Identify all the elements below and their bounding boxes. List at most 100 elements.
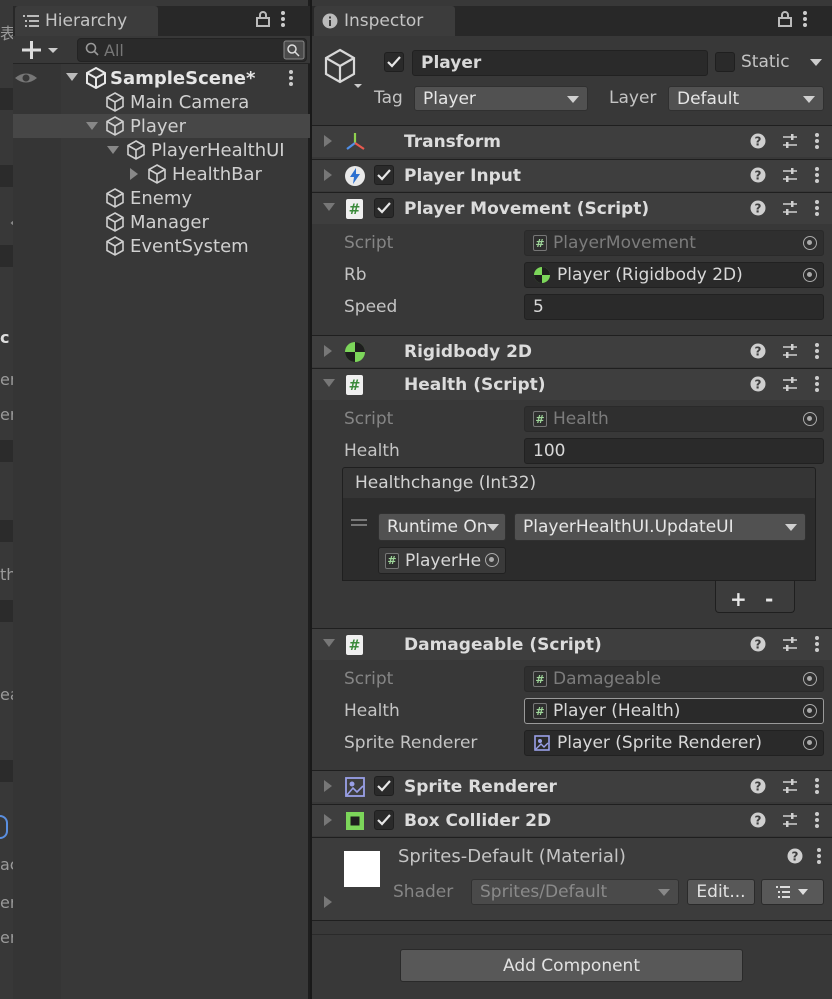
layer-dropdown[interactable]: Default	[668, 86, 824, 111]
component-enabled-checkbox[interactable]	[374, 776, 394, 796]
preset-sliders-icon[interactable]	[782, 167, 798, 183]
edit-shader-button[interactable]: Edit...	[687, 879, 755, 905]
shader-dropdown[interactable]: Sprites/Default	[471, 879, 679, 905]
collapse-arrow-icon[interactable]	[322, 168, 334, 182]
component-enabled-checkbox[interactable]	[374, 165, 394, 185]
component-tools: ?	[750, 342, 820, 360]
object-picker-icon[interactable]	[485, 553, 499, 567]
preset-sliders-icon[interactable]	[782, 812, 798, 828]
collapse-arrow-icon[interactable]	[322, 779, 334, 793]
help-icon[interactable]: ?	[750, 812, 766, 828]
component-transform[interactable]: Transform ?	[312, 125, 832, 157]
collapse-arrow-icon[interactable]	[322, 344, 334, 358]
drag-handle-icon[interactable]	[351, 518, 367, 528]
expand-arrow-icon[interactable]	[106, 143, 120, 157]
component-box-collider-2d[interactable]: Box Collider 2D ?	[312, 804, 832, 836]
sliver-fragment: er	[0, 405, 13, 424]
help-icon[interactable]: ?	[750, 343, 766, 359]
preset-sliders-icon[interactable]	[782, 376, 798, 392]
component-rigidbody-2d[interactable]: Rigidbody 2D ?	[312, 335, 832, 367]
preset-sliders-icon[interactable]	[782, 133, 798, 149]
help-icon[interactable]: ?	[750, 133, 766, 149]
lock-icon[interactable]	[256, 11, 270, 27]
help-icon[interactable]: ?	[787, 848, 803, 864]
lock-icon[interactable]	[778, 11, 792, 27]
collapse-arrow-icon[interactable]	[322, 813, 334, 827]
sprite-renderer-object-field[interactable]: Player (Sprite Renderer)	[524, 730, 824, 756]
material-preview[interactable]	[344, 851, 380, 887]
component-menu-icon[interactable]	[814, 342, 820, 360]
function-dropdown[interactable]: PlayerHealthUI.UpdateUI	[514, 513, 806, 541]
eye-icon[interactable]	[13, 69, 39, 87]
component-damageable-script[interactable]: # Damageable (Script) ?	[312, 628, 832, 660]
help-icon[interactable]: ?	[750, 778, 766, 794]
hierarchy-item-main-camera[interactable]: Main Camera	[13, 90, 310, 114]
component-menu-icon[interactable]	[814, 132, 820, 150]
hierarchy-search-input[interactable]: All	[77, 38, 307, 62]
collapse-arrow-icon[interactable]	[127, 167, 141, 181]
shader-options-button[interactable]	[761, 879, 824, 905]
object-name-input[interactable]: Player	[412, 50, 708, 76]
preset-sliders-icon[interactable]	[782, 200, 798, 216]
help-icon[interactable]: ?	[750, 200, 766, 216]
tag-dropdown[interactable]: Player	[414, 86, 588, 111]
component-health-script[interactable]: # Health (Script) ?	[312, 368, 832, 400]
hierarchy-item-manager[interactable]: Manager	[13, 210, 310, 234]
expand-arrow-icon[interactable]	[322, 637, 336, 649]
object-picker-icon[interactable]	[803, 268, 817, 282]
hierarchy-item-eventsystem[interactable]: EventSystem	[13, 234, 310, 258]
help-icon[interactable]: ?	[750, 636, 766, 652]
component-menu-icon[interactable]	[814, 199, 820, 217]
damageable-health-object-field[interactable]: # Player (Health)	[524, 698, 824, 724]
active-checkbox[interactable]	[384, 52, 404, 72]
component-menu-icon[interactable]	[814, 166, 820, 184]
preset-sliders-icon[interactable]	[782, 778, 798, 794]
gameobject-icon-dropdown[interactable]	[322, 48, 366, 92]
help-icon[interactable]: ?	[750, 376, 766, 392]
expand-arrow-icon[interactable]	[322, 377, 336, 389]
component-menu-icon[interactable]	[814, 375, 820, 393]
static-checkbox[interactable]	[715, 52, 735, 72]
preset-sliders-icon[interactable]	[782, 343, 798, 359]
component-enabled-checkbox[interactable]	[374, 198, 394, 218]
object-picker-icon[interactable]	[803, 736, 817, 750]
scene-menu-icon[interactable]	[288, 69, 294, 87]
scene-row[interactable]: SampleScene*	[13, 66, 310, 90]
expand-arrow-icon[interactable]	[322, 201, 336, 213]
material-menu-icon[interactable]	[816, 847, 822, 865]
collapse-arrow-icon[interactable]	[322, 895, 334, 909]
hierarchy-item-player[interactable]: Player	[13, 114, 310, 138]
component-menu-icon[interactable]	[814, 811, 820, 829]
component-player-movement[interactable]: # Player Movement (Script) ?	[312, 192, 832, 224]
runtime-dropdown[interactable]: Runtime On	[378, 513, 506, 541]
rb-object-field[interactable]: Player (Rigidbody 2D)	[524, 262, 824, 288]
create-plus-dropdown-icon[interactable]	[22, 41, 62, 59]
component-player-input[interactable]: Player Input ?	[312, 159, 832, 191]
help-icon[interactable]: ?	[750, 167, 766, 183]
add-listener-button[interactable]: +	[730, 587, 747, 611]
tab-inspector[interactable]: Inspector	[314, 6, 455, 36]
collapse-arrow-icon[interactable]	[322, 134, 334, 148]
hierarchy-item-healthbar[interactable]: HealthBar	[13, 162, 310, 186]
static-dropdown-icon[interactable]	[809, 58, 823, 68]
component-menu-icon[interactable]	[814, 635, 820, 653]
remove-listener-button[interactable]: -	[765, 587, 773, 611]
object-picker-icon[interactable]	[803, 704, 817, 718]
expand-arrow-icon[interactable]	[65, 70, 79, 84]
expand-arrow-icon[interactable]	[85, 119, 99, 133]
health-input[interactable]: 100	[524, 438, 824, 464]
component-sprite-renderer[interactable]: Sprite Renderer ?	[312, 770, 832, 802]
gameobject-cube-icon	[106, 188, 124, 208]
add-component-button[interactable]: Add Component	[400, 949, 743, 982]
preset-sliders-icon[interactable]	[782, 636, 798, 652]
kebab-menu-icon[interactable]	[280, 10, 286, 28]
tab-hierarchy[interactable]: Hierarchy	[15, 6, 158, 36]
hierarchy-item-playerhealthui[interactable]: PlayerHealthUI	[13, 138, 310, 162]
component-enabled-checkbox[interactable]	[374, 810, 394, 830]
kebab-menu-icon[interactable]	[802, 10, 808, 28]
speed-input[interactable]: 5	[524, 294, 824, 320]
event-target-object-field[interactable]: # PlayerHe	[378, 547, 506, 574]
hierarchy-item-enemy[interactable]: Enemy	[13, 186, 310, 210]
scene-search-toggle-icon[interactable]	[283, 40, 305, 60]
component-menu-icon[interactable]	[814, 777, 820, 795]
